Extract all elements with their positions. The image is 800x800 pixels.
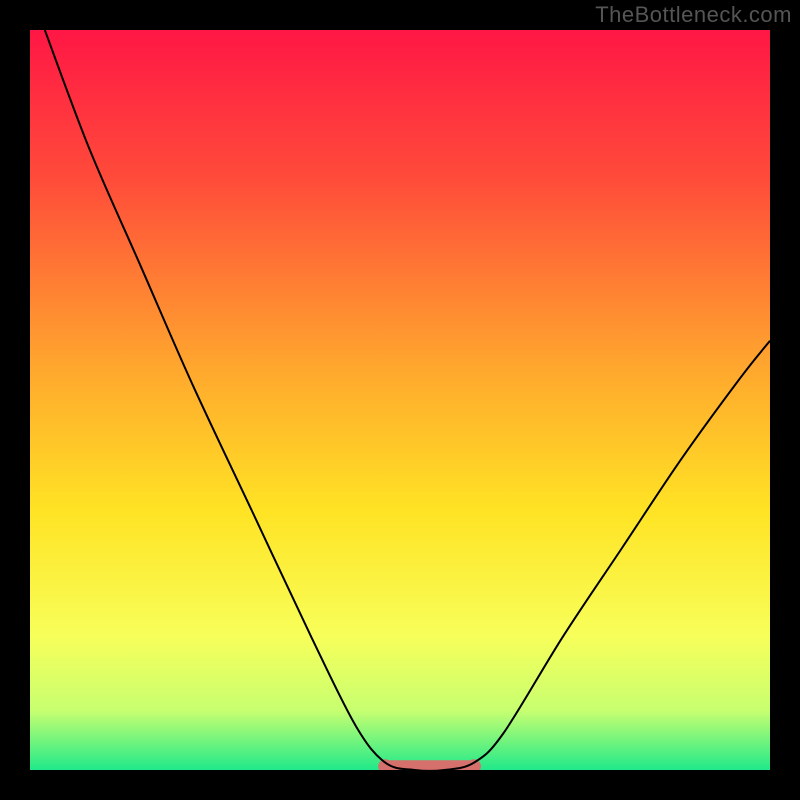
chart-frame: TheBottleneck.com	[0, 0, 800, 800]
chart-svg	[30, 30, 770, 770]
watermark-text: TheBottleneck.com	[595, 2, 792, 28]
flat-zone-marker	[378, 759, 481, 770]
chart-background	[30, 30, 770, 770]
chart-plot	[30, 30, 770, 770]
